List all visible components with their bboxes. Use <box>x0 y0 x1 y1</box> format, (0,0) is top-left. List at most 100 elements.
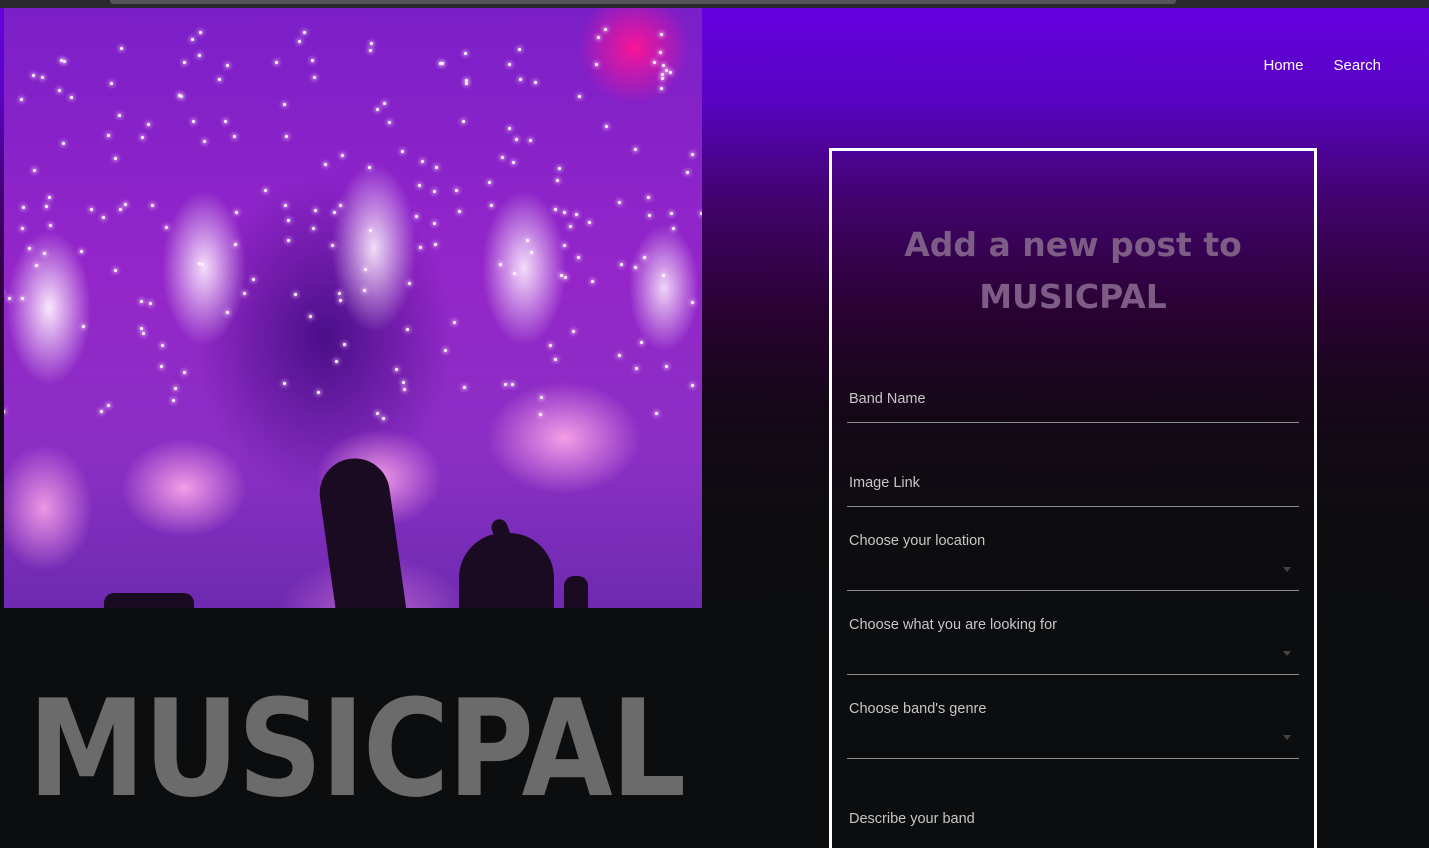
firework-spark <box>499 263 503 267</box>
firework-spark <box>605 125 609 129</box>
firework-spark <box>334 360 338 364</box>
firework-spark <box>313 76 317 80</box>
firework-spark <box>664 68 668 72</box>
firework-spark <box>62 141 66 145</box>
firework-spark <box>337 291 341 295</box>
firework-spark <box>563 275 567 279</box>
firework-spark <box>171 398 175 402</box>
firework-spark <box>283 382 287 386</box>
firework-spark <box>553 358 557 362</box>
firework-spark <box>388 121 392 125</box>
chevron-down-icon <box>1283 735 1291 740</box>
firework-spark <box>117 114 121 118</box>
firework-spark <box>218 78 222 82</box>
firework-spark <box>647 195 651 199</box>
firework-spark <box>504 383 508 387</box>
firework-spark <box>395 368 399 372</box>
firework-spark <box>368 48 372 52</box>
top-nav: Home Search <box>1263 57 1381 74</box>
firework-spark <box>297 39 301 43</box>
firework-spark <box>587 221 591 225</box>
firework-spark <box>114 157 118 161</box>
firework-spark <box>369 42 373 46</box>
nav-search-link[interactable]: Search <box>1333 57 1381 74</box>
firework-spark <box>633 147 637 151</box>
genre-select[interactable]: Choose band's genre <box>847 691 1299 759</box>
firework-spark <box>191 120 195 124</box>
firework-spark <box>28 246 32 250</box>
firework-spark <box>20 296 24 300</box>
firework-spark <box>529 138 533 142</box>
firework-spark <box>225 310 229 314</box>
firework-spark <box>690 152 694 156</box>
firework-spark <box>363 267 367 271</box>
firework-spark <box>406 328 410 332</box>
firework-spark <box>31 74 35 78</box>
firework-spark <box>662 274 666 278</box>
firework-spark <box>548 344 552 348</box>
firework-spark <box>177 93 181 97</box>
firework-spark <box>568 224 572 228</box>
firework-spark <box>234 210 238 214</box>
firework-spark <box>526 238 530 242</box>
firework-spark <box>311 227 315 231</box>
firework-spark <box>420 160 424 164</box>
firework-spark <box>595 63 599 67</box>
firework-spark <box>508 62 512 66</box>
firework-spark <box>596 35 600 39</box>
firework-spark <box>341 153 345 157</box>
looking-for-value[interactable] <box>847 650 1287 672</box>
firework-spark <box>590 280 594 284</box>
band-name-field[interactable]: Band Name <box>847 381 1299 423</box>
firework-spark <box>634 266 638 270</box>
firework-spark <box>490 204 494 208</box>
form-title: Add a new post to MUSICPAL <box>832 219 1314 323</box>
firework-spark <box>22 206 26 210</box>
firework-spark <box>555 179 559 183</box>
firework-spark <box>317 390 321 394</box>
firework-spark <box>160 365 164 369</box>
chevron-down-icon <box>1283 651 1291 656</box>
firework-spark <box>553 207 557 211</box>
firework-spark <box>686 170 690 174</box>
firework-spark <box>691 384 695 388</box>
firework-spark <box>654 412 658 416</box>
location-value[interactable] <box>847 566 1287 588</box>
firework-spark <box>670 212 674 216</box>
image-link-field[interactable]: Image Link <box>847 465 1299 507</box>
genre-value[interactable] <box>847 734 1287 756</box>
firework-spark <box>619 262 623 266</box>
firework-spark <box>147 123 151 127</box>
firework-spark <box>283 102 287 106</box>
firework-spark <box>660 76 664 80</box>
firework-spark <box>69 96 73 100</box>
firework-spark <box>223 119 227 123</box>
firework-spark <box>286 219 290 223</box>
firework-spark <box>375 411 379 415</box>
firework-spark <box>182 371 186 375</box>
looking-for-select[interactable]: Choose what you are looking for <box>847 607 1299 675</box>
firework-spark <box>401 150 405 154</box>
location-select[interactable]: Choose your location <box>847 523 1299 591</box>
firework-spark <box>512 161 516 165</box>
firework-spark <box>114 269 118 273</box>
firework-spark <box>465 81 469 85</box>
firework-spark <box>660 86 664 90</box>
firework-spark <box>562 211 566 215</box>
crowd-hand-silhouette <box>104 593 194 608</box>
firework-spark <box>671 226 675 230</box>
firework-spark <box>173 386 177 390</box>
firework-spark <box>275 61 279 65</box>
firework-spark <box>375 108 379 112</box>
firework-spark <box>107 133 111 137</box>
firework-spark <box>203 139 207 143</box>
crowd-hand-silhouette <box>564 576 588 608</box>
firework-spark <box>443 349 447 353</box>
describe-band-field[interactable]: Describe your band <box>847 801 1299 841</box>
browser-top-bar <box>0 0 1429 8</box>
firework-spark <box>432 221 436 225</box>
nav-home-link[interactable]: Home <box>1263 57 1303 74</box>
image-link-input[interactable] <box>847 482 1287 504</box>
band-name-input[interactable] <box>847 398 1287 420</box>
firework-spark <box>441 62 445 66</box>
